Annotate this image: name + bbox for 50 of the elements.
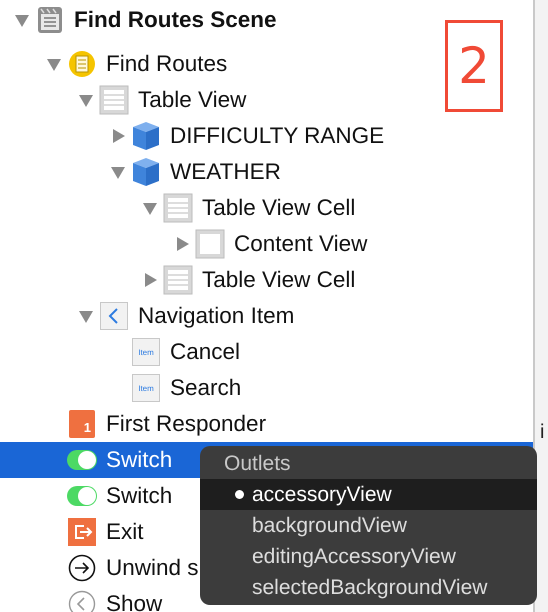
tree-item[interactable]: WEATHER bbox=[170, 159, 281, 185]
tree-item[interactable]: Table View bbox=[138, 87, 246, 113]
tree-item[interactable]: Exit bbox=[106, 519, 144, 545]
expand-triangle-icon[interactable] bbox=[110, 128, 126, 144]
cube-icon bbox=[132, 157, 160, 187]
view-controller-icon bbox=[68, 50, 96, 78]
collapse-triangle-icon[interactable] bbox=[142, 200, 158, 216]
tree-item[interactable]: DIFFICULTY RANGE bbox=[170, 123, 384, 149]
table-view-icon bbox=[99, 85, 129, 115]
outlet-item[interactable]: editingAccessoryView bbox=[200, 541, 537, 572]
tree-item[interactable]: Find Routes bbox=[106, 51, 228, 77]
annotation-number: 2 bbox=[458, 37, 490, 95]
tree-item[interactable]: Table View Cell bbox=[202, 195, 356, 221]
tree-item[interactable]: First Responder bbox=[106, 411, 266, 437]
outlet-item[interactable]: backgroundView bbox=[200, 510, 537, 541]
collapse-triangle-icon[interactable] bbox=[14, 12, 30, 28]
tree-item[interactable]: Show bbox=[106, 591, 162, 612]
tree-item[interactable]: Navigation Item bbox=[138, 303, 294, 329]
tree-item[interactable]: Switch bbox=[106, 447, 172, 473]
cube-icon bbox=[132, 121, 160, 151]
back-chevron-icon bbox=[100, 302, 128, 330]
exit-icon bbox=[68, 518, 96, 546]
outlet-item[interactable]: accessoryView bbox=[200, 479, 537, 510]
outlet-item[interactable]: selectedBackgroundView bbox=[200, 572, 537, 603]
table-cell-icon bbox=[163, 265, 193, 295]
switch-icon bbox=[66, 485, 98, 507]
arrow-circle-icon bbox=[68, 554, 96, 582]
expand-triangle-icon[interactable] bbox=[174, 236, 190, 252]
view-icon bbox=[195, 229, 225, 259]
switch-icon bbox=[66, 449, 98, 471]
scene-icon bbox=[37, 6, 63, 34]
tree-item[interactable]: Search bbox=[170, 375, 242, 401]
expand-triangle-icon[interactable] bbox=[142, 272, 158, 288]
tree-item[interactable]: Find Routes Scene bbox=[74, 7, 277, 33]
tree-item[interactable]: Cancel bbox=[170, 339, 240, 365]
collapse-triangle-icon[interactable] bbox=[78, 92, 94, 108]
popup-title: Outlets bbox=[223, 451, 292, 477]
collapse-triangle-icon[interactable] bbox=[78, 308, 94, 324]
side-text: i bbox=[539, 421, 544, 443]
tree-item[interactable]: Content View bbox=[234, 231, 368, 257]
bar-item-icon: Item bbox=[132, 338, 160, 366]
first-responder-icon: 1 bbox=[69, 410, 95, 438]
tree-item[interactable]: Switch bbox=[106, 483, 172, 509]
bar-item-icon: Item bbox=[132, 374, 160, 402]
collapse-triangle-icon[interactable] bbox=[110, 164, 126, 180]
tree-item[interactable]: Table View Cell bbox=[202, 267, 356, 293]
table-cell-icon bbox=[163, 193, 193, 223]
tree-item[interactable]: Unwind s bbox=[106, 555, 199, 581]
bullet-icon bbox=[235, 490, 244, 499]
collapse-triangle-icon[interactable] bbox=[46, 56, 62, 72]
